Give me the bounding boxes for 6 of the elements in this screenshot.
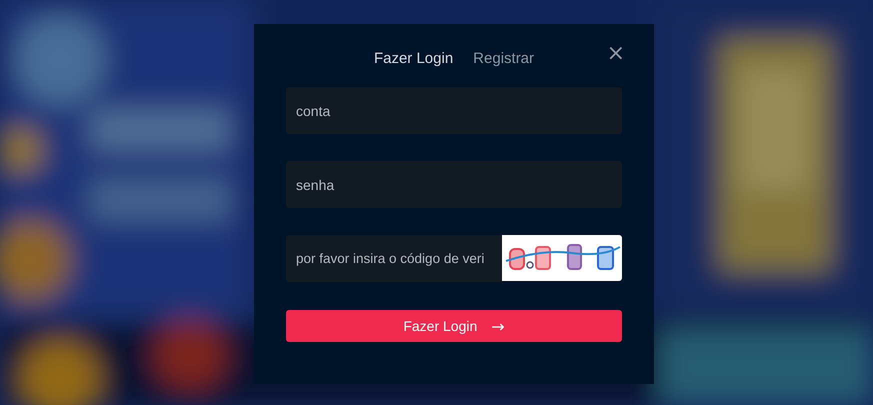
tab[interactable]: Registrar <box>469 44 538 72</box>
tab[interactable]: Fazer Login <box>370 44 458 72</box>
account-field[interactable]: conta <box>286 87 622 134</box>
password-field[interactable]: senha <box>286 161 622 208</box>
captcha-field[interactable]: por favor insira o código de veri <box>286 235 502 282</box>
login-button[interactable]: Fazer Login → <box>286 310 622 342</box>
